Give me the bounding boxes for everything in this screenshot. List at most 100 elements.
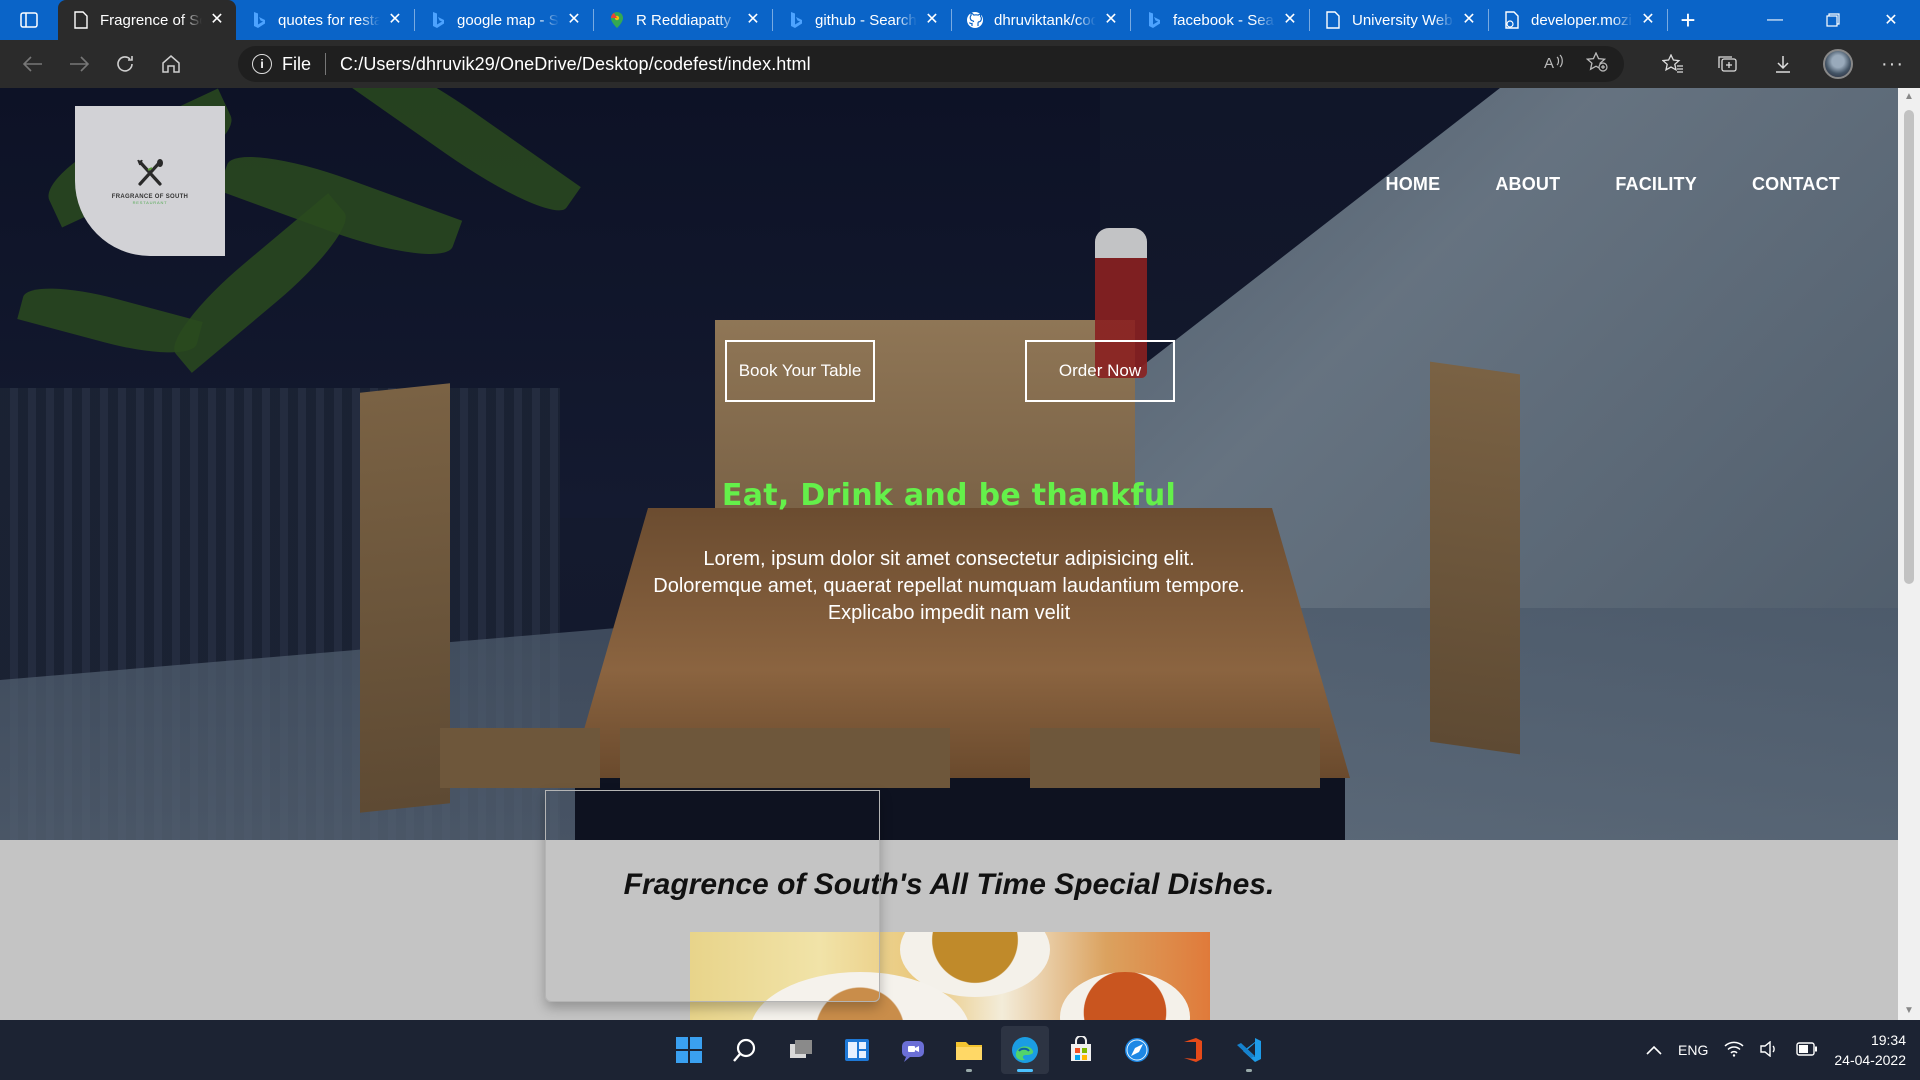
tab-github-search[interactable]: github - Search ✕	[773, 0, 951, 40]
address-actions: A	[1544, 46, 1608, 82]
office-icon[interactable]	[1169, 1026, 1217, 1074]
new-tab-button[interactable]: +	[1668, 0, 1708, 40]
close-icon[interactable]: ✕	[1639, 11, 1657, 29]
address-divider	[325, 53, 327, 75]
page-viewport: FRAGRANCE OF SOUTH RESTAURANT HOME ABOUT…	[0, 88, 1898, 1020]
page-scrollbar[interactable]: ▲ ▼	[1898, 88, 1920, 1020]
bench	[440, 728, 600, 788]
svg-text:A: A	[1544, 55, 1554, 71]
tab-facebook-search[interactable]: facebook - Search ✕	[1131, 0, 1309, 40]
favorites-icon[interactable]	[1645, 40, 1700, 88]
scroll-down-icon[interactable]: ▼	[1898, 1002, 1920, 1020]
more-icon[interactable]: ···	[1865, 40, 1920, 88]
tab-actions[interactable]	[0, 0, 58, 40]
close-icon[interactable]: ✕	[1281, 11, 1299, 29]
bench	[620, 728, 950, 788]
logo-subtitle: RESTAURANT	[132, 199, 168, 205]
tab-bar: Fragrence of South ✕ quotes for restaura…	[0, 0, 1920, 40]
info-icon[interactable]: i	[252, 54, 272, 74]
edge-icon[interactable]	[1001, 1026, 1049, 1074]
minimize-icon[interactable]: —	[1746, 0, 1804, 40]
battery-icon[interactable]	[1796, 1041, 1818, 1059]
back-icon[interactable]	[10, 44, 56, 84]
clock-time: 19:34	[1870, 1032, 1906, 1048]
collections-icon[interactable]	[1700, 40, 1755, 88]
tab-actions-icon[interactable]	[16, 7, 42, 33]
refresh-icon[interactable]	[102, 44, 148, 84]
volume-icon[interactable]	[1760, 1040, 1780, 1060]
description-line: Explicabo impedit nam velit	[827, 602, 1071, 624]
profile-avatar[interactable]	[1810, 40, 1865, 88]
tab-title: R Reddiapatty	[636, 11, 732, 29]
hero-description: Lorem, ipsum dolor sit amet consectetur …	[0, 546, 1898, 627]
tab-title: github - Search	[815, 11, 917, 29]
hero-section: FRAGRANCE OF SOUTH RESTAURANT HOME ABOUT…	[0, 88, 1898, 840]
close-icon[interactable]: ✕	[1102, 11, 1120, 29]
close-icon[interactable]: ✕	[923, 11, 941, 29]
nav-about[interactable]: ABOUT	[1495, 174, 1560, 195]
download-icon[interactable]	[1755, 40, 1810, 88]
nav-home[interactable]: HOME	[1386, 174, 1441, 195]
search-icon[interactable]	[721, 1026, 769, 1074]
close-icon[interactable]: ✕	[386, 11, 404, 29]
tab-title: quotes for restaurant	[278, 11, 380, 29]
chevron-up-icon[interactable]	[1646, 1042, 1662, 1058]
site-logo[interactable]: FRAGRANCE OF SOUTH RESTAURANT	[75, 106, 225, 256]
maps-icon	[608, 11, 626, 29]
address-bar[interactable]: i File C:/Users/dhruvik29/OneDrive/Deskt…	[238, 46, 1624, 82]
description-line: Lorem, ipsum dolor sit amet consectetur …	[703, 548, 1195, 570]
teams-chat-icon[interactable]	[889, 1026, 937, 1074]
tab-google-map[interactable]: google map - Search ✕	[415, 0, 593, 40]
tab-fragrence-of-south[interactable]: Fragrence of South ✕	[58, 0, 236, 40]
scroll-up-icon[interactable]: ▲	[1898, 88, 1920, 106]
widgets-icon[interactable]	[833, 1026, 881, 1074]
home-icon[interactable]	[148, 44, 194, 84]
close-icon[interactable]: ✕	[208, 11, 226, 29]
close-icon[interactable]: ✕	[744, 11, 762, 29]
clock-date: 24-04-2022	[1834, 1052, 1906, 1068]
tab-mdn[interactable]: developer.mozilla ✕	[1489, 0, 1667, 40]
nav-facility[interactable]: FACILITY	[1615, 174, 1697, 195]
vscode-icon[interactable]	[1225, 1026, 1273, 1074]
restore-icon[interactable]	[1804, 0, 1862, 40]
tab-title: University Website	[1352, 11, 1454, 29]
tab-title: google map - Search	[457, 11, 559, 29]
toolbar-right: ···	[1645, 40, 1920, 88]
url-text[interactable]: C:/Users/dhruvik29/OneDrive/Desktop/code…	[340, 54, 811, 75]
scroll-thumb[interactable]	[1904, 110, 1914, 584]
nav-contact[interactable]: CONTACT	[1752, 174, 1840, 195]
close-icon[interactable]: ✕	[565, 11, 583, 29]
close-icon[interactable]: ✕	[1460, 11, 1478, 29]
book-table-button[interactable]: Book Your Table	[725, 340, 875, 402]
file-explorer-icon[interactable]	[945, 1026, 993, 1074]
tab-quotes[interactable]: quotes for restaurant ✕	[236, 0, 414, 40]
language-indicator[interactable]: ENG	[1678, 1042, 1708, 1058]
avatar	[1822, 49, 1853, 79]
description-line: Doloremque amet, quaerat repellat numqua…	[653, 575, 1245, 597]
start-icon[interactable]	[665, 1026, 713, 1074]
bing-icon	[429, 11, 447, 29]
order-now-button[interactable]: Order Now	[1025, 340, 1175, 402]
hero-tagline: Eat, Drink and be thankful	[721, 478, 1177, 513]
mdn-icon	[1503, 11, 1521, 29]
close-window-icon[interactable]: ✕	[1862, 0, 1920, 40]
scheme-label: File	[282, 53, 312, 74]
wifi-icon[interactable]	[1724, 1041, 1744, 1060]
address-toolbar: i File C:/Users/dhruvik29/OneDrive/Deskt…	[0, 40, 1920, 88]
taskbar: ENG 19:34 24-04-2022	[0, 1020, 1920, 1080]
add-favorite-icon[interactable]	[1585, 50, 1608, 77]
forward-icon[interactable]	[56, 44, 102, 84]
read-aloud-icon[interactable]: A	[1544, 53, 1564, 76]
safari-icon[interactable]	[1113, 1026, 1161, 1074]
tab-reddiapatty[interactable]: R Reddiapatty ✕	[594, 0, 772, 40]
tab-github-repo[interactable]: dhruviktank/codefest ✕	[952, 0, 1130, 40]
store-icon[interactable]	[1057, 1026, 1105, 1074]
tab-university-website[interactable]: University Website ✕	[1310, 0, 1488, 40]
tab-title: dhruviktank/codefest	[994, 11, 1096, 29]
system-tray: ENG 19:34 24-04-2022	[1646, 1020, 1906, 1080]
task-view-icon[interactable]	[777, 1026, 825, 1074]
running-indicator	[1017, 1069, 1033, 1072]
taskbar-apps	[665, 1026, 1273, 1074]
clock[interactable]: 19:34 24-04-2022	[1834, 1030, 1906, 1070]
running-indicator	[966, 1069, 972, 1072]
